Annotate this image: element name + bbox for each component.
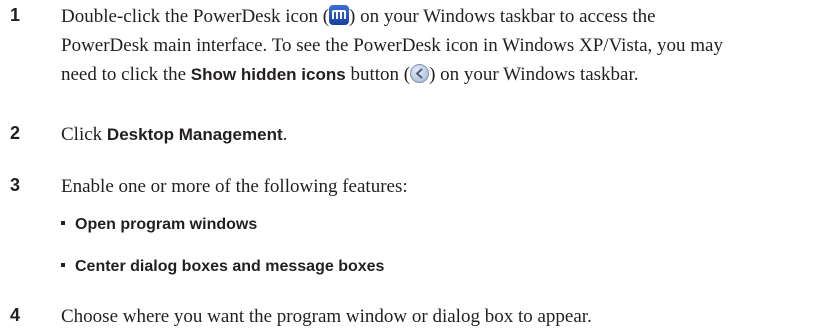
- step-number: 1: [10, 5, 21, 25]
- show-hidden-icons-label: Show hidden icons: [190, 65, 346, 84]
- step-text: Click Desktop Management.: [61, 124, 288, 145]
- step-1-line-3: need to click the Show hidden icons butt…: [61, 64, 639, 85]
- desktop-management-label: Desktop Management: [106, 125, 283, 144]
- step-number: 4: [10, 305, 21, 325]
- bullet-item: Center dialog boxes and message boxes: [61, 256, 384, 278]
- step-number: 3: [10, 175, 21, 195]
- bullet-dot: [61, 262, 65, 267]
- bullet-item: Open program windows: [61, 214, 257, 236]
- step-1-line-2: PowerDesk main interface. To see the Pow…: [61, 35, 723, 56]
- bullet-dot: [61, 220, 65, 225]
- step-text: Enable one or more of the following feat…: [61, 176, 408, 197]
- step-1-line-1: Double-click the PowerDesk icon () on yo…: [61, 5, 656, 27]
- powerdesk-icon: [329, 5, 350, 25]
- step-text: Double-click the PowerDesk icon () on yo…: [61, 2, 821, 89]
- chevron-left-icon: [410, 64, 430, 83]
- step-number: 2: [10, 123, 21, 143]
- step-text: Choose where you want the program window…: [61, 306, 592, 327]
